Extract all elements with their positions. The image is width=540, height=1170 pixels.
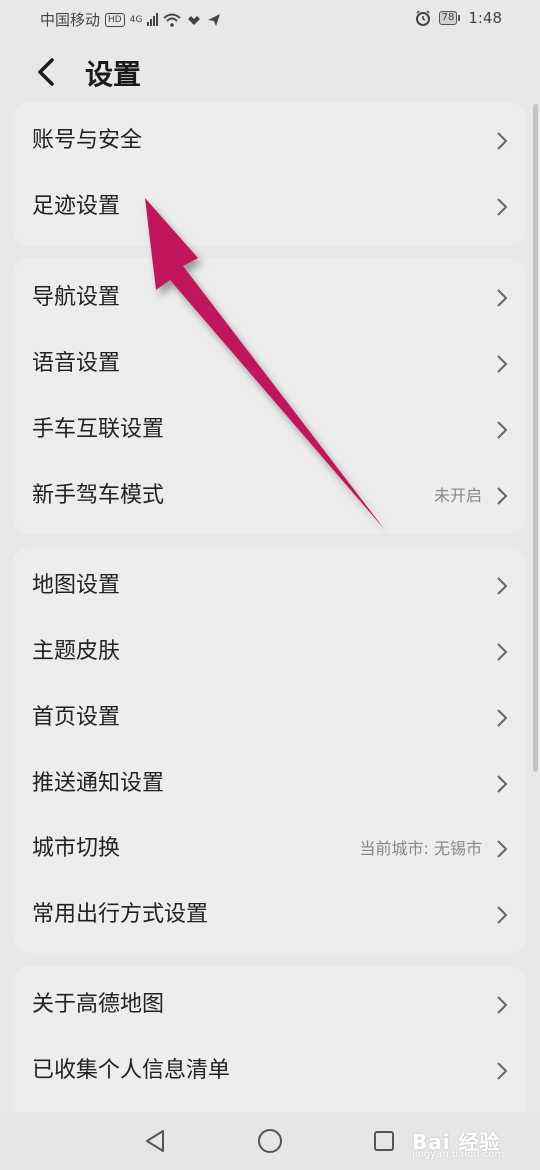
network-type: 4G: [129, 14, 143, 25]
row-label: 语音设置: [32, 351, 121, 376]
battery-level: 78: [438, 11, 458, 25]
row-label: 账号与安全: [32, 128, 143, 153]
settings-group-navigation: 导航设置 语音设置 手车互联设置 新手驾车模式 未开启: [12, 258, 527, 534]
send-icon: [208, 13, 221, 26]
back-arrow-icon[interactable]: [30, 52, 66, 92]
row-label: 足迹设置: [32, 194, 121, 219]
chevron-right-icon: [497, 840, 508, 858]
row-label: 地图设置: [32, 573, 121, 598]
settings-row-car-link[interactable]: 手车互联设置: [12, 397, 527, 463]
wifi-icon: [163, 13, 182, 27]
settings-row-voice[interactable]: 语音设置: [12, 331, 527, 397]
settings-row-navigation[interactable]: 导航设置: [12, 265, 527, 331]
chevron-right-icon: [497, 709, 508, 727]
alarm-icon: [415, 10, 430, 26]
chevron-right-icon: [497, 906, 508, 924]
chevron-right-icon: [497, 487, 508, 505]
chevron-right-icon: [497, 198, 508, 216]
chevron-right-icon: [497, 421, 508, 439]
chevron-right-icon: [497, 289, 508, 307]
settings-row-about[interactable]: 关于高德地图: [12, 972, 527, 1038]
row-label: 首页设置: [32, 705, 121, 730]
row-label: 主题皮肤: [32, 639, 121, 664]
row-label: 已收集个人信息清单: [32, 1058, 231, 1083]
settings-row-footprint[interactable]: 足迹设置: [12, 174, 527, 240]
watermark-sub: jingyan.baidu.com: [412, 1149, 505, 1160]
row-label: 新手驾车模式: [32, 483, 165, 508]
battery-icon: 78: [438, 11, 461, 25]
chevron-right-icon: [497, 996, 508, 1014]
page-title: 设置: [85, 58, 142, 91]
chevron-right-icon: [497, 355, 508, 373]
chevron-right-icon: [497, 643, 508, 661]
nav-recent-icon[interactable]: [373, 1130, 395, 1152]
settings-row-novice-driving[interactable]: 新手驾车模式 未开启: [12, 463, 527, 529]
status-left: 中国移动 HD 4G: [40, 9, 221, 30]
settings-row-account-security[interactable]: 账号与安全: [12, 108, 527, 174]
row-label: 手车互联设置: [32, 417, 165, 442]
settings-group-about: 关于高德地图 已收集个人信息清单: [12, 966, 527, 1126]
row-label: 常用出行方式设置: [32, 902, 209, 927]
row-label: 关于高德地图: [32, 992, 165, 1017]
settings-group-map: 地图设置 主题皮肤 首页设置 推送通知设置 城市切换 当前城市: 无锡市 常用出…: [12, 547, 527, 953]
row-label: 推送通知设置: [32, 771, 165, 796]
settings-row-personal-info-list[interactable]: 已收集个人信息清单: [12, 1038, 527, 1104]
settings-row-city-switch[interactable]: 城市切换 当前城市: 无锡市: [12, 816, 527, 882]
nav-home-icon[interactable]: [257, 1128, 283, 1154]
scrollbar[interactable]: [533, 104, 538, 772]
row-value: 未开启: [433, 486, 482, 505]
header: 设置: [0, 44, 540, 100]
row-label: 城市切换: [32, 836, 121, 861]
signal-icon: [147, 13, 159, 26]
status-bar: 中国移动 HD 4G 78 1:48: [0, 0, 540, 38]
baidu-jingyan-watermark: Bai 经验 jingyan.baidu.com: [412, 1112, 532, 1162]
chevron-right-icon: [497, 1062, 508, 1080]
chevron-right-icon: [497, 577, 508, 595]
settings-group-account: 账号与安全 足迹设置: [12, 102, 527, 246]
status-right: 78 1:48: [415, 9, 502, 27]
chevron-right-icon: [497, 132, 508, 150]
nav-back-icon[interactable]: [143, 1128, 167, 1154]
settings-row-homepage[interactable]: 首页设置: [12, 685, 527, 751]
hd-badge: HD: [105, 12, 125, 27]
settings-row-push-notifications[interactable]: 推送通知设置: [12, 751, 527, 817]
settings-row-travel-mode[interactable]: 常用出行方式设置: [12, 882, 527, 948]
chevron-right-icon: [497, 775, 508, 793]
hotspot-icon: [188, 15, 201, 25]
settings-row-map[interactable]: 地图设置: [12, 553, 527, 619]
row-value: 当前城市: 无锡市: [359, 839, 482, 858]
carrier-label: 中国移动: [40, 11, 101, 29]
row-label: 导航设置: [32, 285, 121, 310]
clock: 1:48: [468, 9, 502, 27]
settings-row-theme[interactable]: 主题皮肤: [12, 619, 527, 685]
